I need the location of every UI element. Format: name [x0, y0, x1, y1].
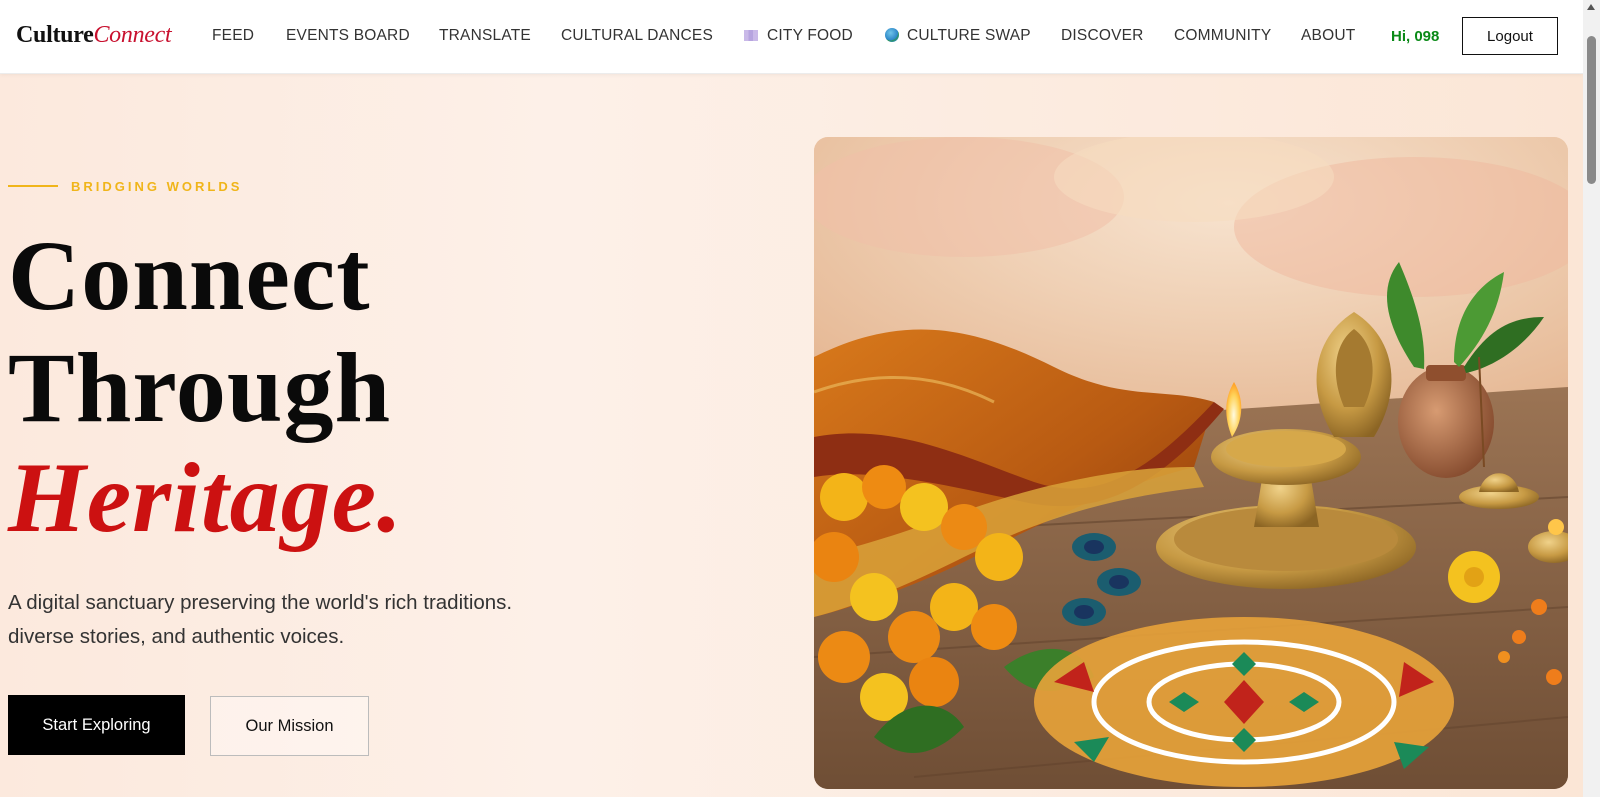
user-greeting: Hi, 098: [1391, 28, 1440, 45]
nav-item-events-board[interactable]: EVENTS BOARD: [286, 27, 410, 45]
hero-description: A digital sanctuary preserving the world…: [8, 586, 568, 654]
start-exploring-button[interactable]: Start Exploring: [8, 695, 185, 755]
hero-illustration: [814, 137, 1568, 789]
hero-title-line2: Through: [8, 332, 392, 443]
hero-description-line2: diverse stories, and authentic voices.: [8, 625, 345, 648]
nav-item-discover[interactable]: DISCOVER: [1061, 27, 1144, 45]
eyebrow-divider: [8, 185, 58, 187]
nav-item-about[interactable]: ABOUT: [1301, 27, 1355, 45]
brand-logo-part2: Connect: [93, 22, 172, 48]
brand-logo-part1: Culture: [16, 22, 94, 48]
hero-title-line1: Connect: [8, 220, 371, 331]
nav-item-culture-swap-label: CULTURE SWAP: [907, 27, 1031, 44]
nav-item-culture-swap[interactable]: CULTURE SWAP: [885, 27, 1031, 45]
hero-image: [814, 137, 1568, 789]
page-scrollbar[interactable]: [1583, 0, 1600, 797]
nav-item-city-food-label: CITY FOOD: [767, 27, 853, 44]
nav-item-community[interactable]: COMMUNITY: [1174, 27, 1271, 45]
scroll-up-arrow-icon[interactable]: [1587, 4, 1595, 10]
nav-item-feed[interactable]: FEED: [212, 27, 254, 45]
logout-button[interactable]: Logout: [1462, 17, 1558, 55]
our-mission-button[interactable]: Our Mission: [210, 696, 369, 756]
top-navbar: CultureConnect FEED EVENTS BOARD TRANSLA…: [0, 0, 1583, 74]
map-icon: [744, 30, 758, 41]
brand-logo[interactable]: CultureConnect: [16, 22, 172, 49]
nav-item-cultural-dances[interactable]: CULTURAL DANCES: [561, 27, 713, 45]
nav-item-city-food[interactable]: CITY FOOD: [744, 27, 853, 45]
hero-eyebrow: BRIDGING WORLDS: [71, 179, 243, 194]
globe-icon: [885, 28, 899, 42]
hero-description-line1: A digital sanctuary preserving the world…: [8, 591, 513, 614]
nav-item-translate[interactable]: TRANSLATE: [439, 27, 531, 45]
hero-title-line3: Heritage.: [8, 442, 404, 553]
scrollbar-thumb[interactable]: [1587, 36, 1596, 184]
